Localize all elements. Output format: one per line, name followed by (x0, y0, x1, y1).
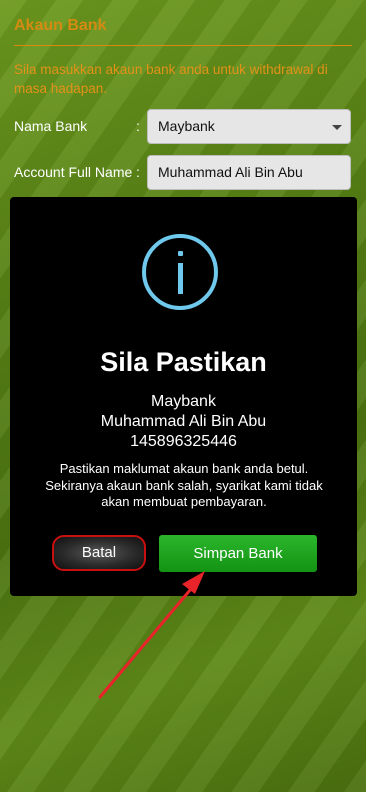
arrow-shaft (98, 581, 198, 699)
arrow-head (182, 571, 205, 594)
annotation-arrow-icon (98, 571, 205, 699)
